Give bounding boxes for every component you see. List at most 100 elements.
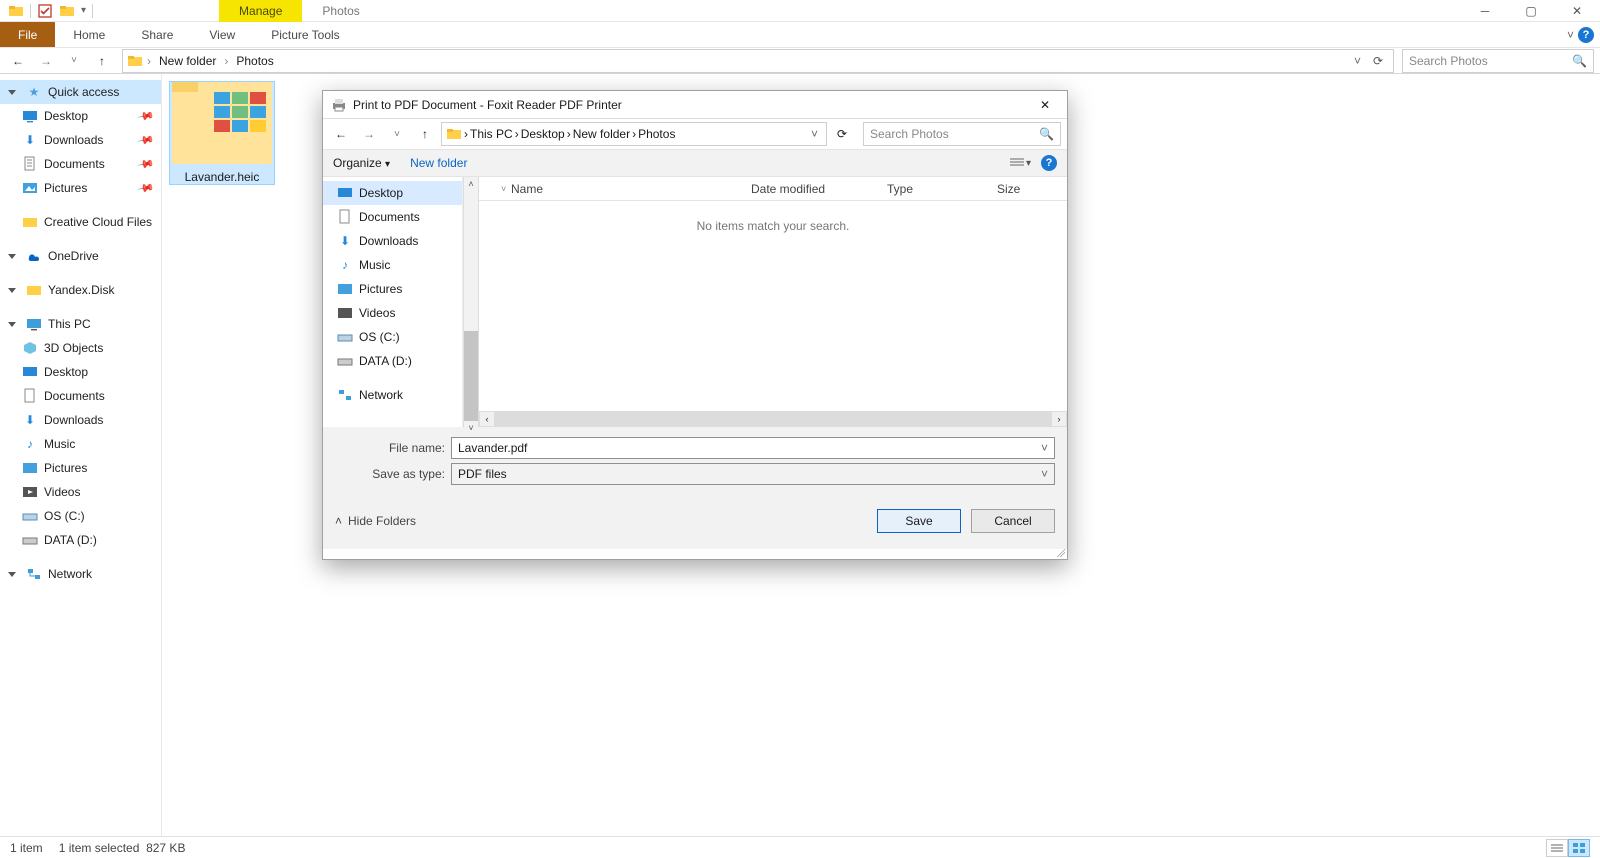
scroll-left-icon[interactable]: ‹: [479, 411, 495, 427]
details-view-button[interactable]: [1546, 839, 1568, 857]
sidebar-item-os-drive[interactable]: OS (C:): [0, 504, 161, 528]
tree-item-pictures[interactable]: Pictures: [323, 277, 462, 301]
horizontal-scrollbar[interactable]: ‹ ›: [479, 411, 1067, 427]
address-bar[interactable]: › New folder › Photos ˅ ⟳: [122, 49, 1394, 73]
breadcrumb[interactable]: This PC: [470, 127, 513, 141]
ribbon-tab-share[interactable]: Share: [123, 22, 191, 47]
address-history-dropdown[interactable]: ˅: [807, 127, 822, 141]
qat-dropdown-icon[interactable]: ▾: [81, 5, 86, 16]
ribbon-tab-view[interactable]: View: [191, 22, 253, 47]
tree-item-network[interactable]: Network: [323, 383, 462, 407]
chevron-right-icon[interactable]: ›: [515, 127, 519, 141]
nav-up-button[interactable]: ↑: [90, 49, 114, 73]
file-name-input[interactable]: Lavander.pdf ˅: [451, 437, 1055, 459]
sidebar-item-pictures[interactable]: Pictures📌: [0, 176, 161, 200]
new-folder-button[interactable]: New folder: [410, 156, 467, 170]
ribbon-expand-icon[interactable]: ˅: [1567, 28, 1574, 42]
sidebar-item-this-pc[interactable]: This PC: [0, 312, 161, 336]
dialog-address-bar[interactable]: › This PC › Desktop › New folder › Photo…: [441, 122, 827, 146]
column-header-name[interactable]: Name: [511, 182, 751, 196]
sidebar-item-3d-objects[interactable]: 3D Objects: [0, 336, 161, 360]
breadcrumb[interactable]: Photos: [638, 127, 675, 141]
chevron-right-icon[interactable]: ›: [145, 54, 153, 68]
tree-item-data-drive[interactable]: DATA (D:): [323, 349, 462, 373]
scroll-thumb[interactable]: [464, 191, 478, 421]
tree-item-desktop[interactable]: Desktop: [323, 181, 462, 205]
scroll-right-icon[interactable]: ›: [1051, 411, 1067, 427]
save-button[interactable]: Save: [877, 509, 961, 533]
refresh-button[interactable]: ⟳: [1367, 54, 1389, 68]
tree-vertical-scrollbar[interactable]: ˄˅: [463, 177, 479, 427]
scroll-track[interactable]: [495, 411, 1051, 427]
search-icon[interactable]: 🔍: [1572, 54, 1587, 68]
nav-up-button[interactable]: ↑: [413, 122, 437, 146]
nav-recent-dropdown[interactable]: ˅: [62, 49, 86, 73]
sidebar-item-desktop[interactable]: Desktop📌: [0, 104, 161, 128]
dialog-search-input[interactable]: Search Photos 🔍: [863, 122, 1061, 146]
view-mode-button[interactable]: ▾: [1010, 157, 1031, 169]
column-header-type[interactable]: Type: [887, 182, 997, 196]
hide-folders-button[interactable]: ˄ Hide Folders: [335, 514, 416, 528]
tree-item-downloads[interactable]: ⬇Downloads: [323, 229, 462, 253]
ribbon-file-button[interactable]: File: [0, 22, 55, 47]
chevron-down-icon[interactable]: ˅: [1041, 467, 1048, 481]
sidebar-item-yandex[interactable]: Yandex.Disk: [0, 278, 161, 302]
chevron-right-icon[interactable]: ›: [464, 127, 468, 141]
tree-item-os-drive[interactable]: OS (C:): [323, 325, 462, 349]
file-tile[interactable]: Lavander.heic: [170, 82, 274, 184]
nav-back-button[interactable]: ←: [6, 49, 30, 73]
maximize-button[interactable]: ▢: [1508, 0, 1554, 22]
scroll-up-icon[interactable]: ˄: [466, 177, 475, 191]
scroll-down-icon[interactable]: ˅: [466, 421, 475, 435]
large-icons-view-button[interactable]: [1568, 839, 1590, 857]
chevron-right-icon[interactable]: ›: [632, 127, 636, 141]
cancel-button[interactable]: Cancel: [971, 509, 1055, 533]
nav-back-button[interactable]: ←: [329, 122, 353, 146]
breadcrumb[interactable]: Desktop: [521, 127, 565, 141]
search-input[interactable]: Search Photos 🔍: [1402, 49, 1594, 73]
sidebar-item-network[interactable]: Network: [0, 562, 161, 586]
sidebar-item-onedrive[interactable]: OneDrive: [0, 244, 161, 268]
chevron-down-icon[interactable]: ˅: [1041, 441, 1048, 455]
breadcrumb[interactable]: New folder: [155, 54, 220, 68]
help-icon[interactable]: ?: [1578, 27, 1594, 43]
tree-item-videos[interactable]: Videos: [323, 301, 462, 325]
ribbon-tab-picture-tools[interactable]: Picture Tools: [253, 22, 357, 47]
minimize-button[interactable]: ─: [1462, 0, 1508, 22]
breadcrumb[interactable]: Photos: [232, 54, 277, 68]
sidebar-item-videos[interactable]: Videos: [0, 480, 161, 504]
sidebar-item-downloads[interactable]: ⬇Downloads: [0, 408, 161, 432]
help-icon[interactable]: ?: [1041, 155, 1057, 171]
organize-button[interactable]: Organize ▾: [333, 156, 390, 170]
refresh-button[interactable]: ⟳: [831, 127, 853, 141]
breadcrumb[interactable]: New folder: [573, 127, 630, 141]
chevron-right-icon[interactable]: ›: [567, 127, 571, 141]
sidebar-item-documents[interactable]: Documents: [0, 384, 161, 408]
chevron-right-icon[interactable]: ›: [222, 54, 230, 68]
column-header-date[interactable]: Date modified: [751, 182, 887, 196]
tree-item-music[interactable]: ♪Music: [323, 253, 462, 277]
folder-icon[interactable]: [59, 3, 75, 19]
sidebar-item-documents[interactable]: Documents📌: [0, 152, 161, 176]
close-button[interactable]: ✕: [1554, 0, 1600, 22]
tab-manage[interactable]: Manage: [219, 0, 302, 22]
ribbon-tab-home[interactable]: Home: [55, 22, 123, 47]
chevron-down-icon[interactable]: ˅: [501, 184, 511, 194]
nav-forward-button[interactable]: →: [34, 49, 58, 73]
tree-item-documents[interactable]: Documents: [323, 205, 462, 229]
resize-grip[interactable]: [1055, 547, 1065, 557]
sidebar-item-data-drive[interactable]: DATA (D:): [0, 528, 161, 552]
properties-icon[interactable]: [37, 3, 53, 19]
sidebar-quick-access[interactable]: ★ Quick access: [0, 80, 161, 104]
search-icon[interactable]: 🔍: [1039, 127, 1054, 141]
sidebar-item-creative-cloud[interactable]: Creative Cloud Files: [0, 210, 161, 234]
close-button[interactable]: ✕: [1031, 94, 1059, 116]
sidebar-item-pictures[interactable]: Pictures: [0, 456, 161, 480]
sidebar-item-music[interactable]: ♪Music: [0, 432, 161, 456]
nav-recent-dropdown[interactable]: ˅: [385, 122, 409, 146]
sidebar-item-desktop[interactable]: Desktop: [0, 360, 161, 384]
save-type-select[interactable]: PDF files ˅: [451, 463, 1055, 485]
address-history-dropdown[interactable]: ˅: [1350, 54, 1365, 68]
nav-forward-button[interactable]: →: [357, 122, 381, 146]
sidebar-item-downloads[interactable]: ⬇Downloads📌: [0, 128, 161, 152]
